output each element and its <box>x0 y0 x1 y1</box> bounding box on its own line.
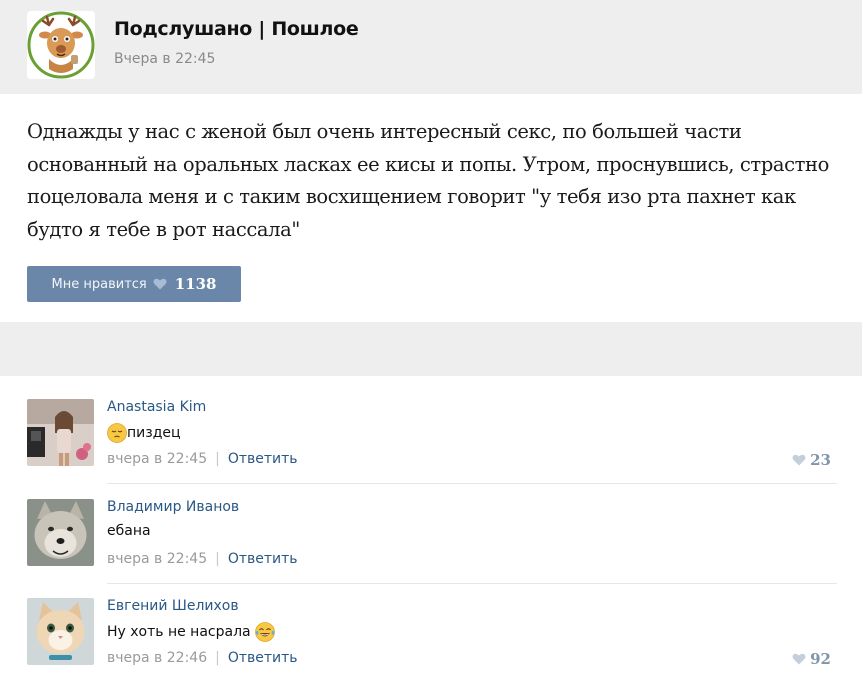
comment-divider <box>107 483 837 484</box>
like-button-label: Мне нравится <box>51 276 147 292</box>
group-name[interactable]: Подслушано | Пошлое <box>114 18 359 40</box>
comment-text: Ну хоть не насрала <box>107 622 275 642</box>
pensive-face-icon <box>107 423 127 443</box>
post-text-line: Однажды у нас с женой был очень интересн… <box>27 120 742 143</box>
comment-author[interactable]: Евгений Шелихов <box>107 598 239 614</box>
post-header: Подслушано | Пошлое Вчера в 22:45 <box>0 0 862 94</box>
tears-of-joy-face-icon <box>254 622 275 642</box>
comment-meta: вчера в 22:45 | Ответить <box>107 451 298 467</box>
reply-link[interactable]: Ответить <box>228 551 298 567</box>
avatar[interactable] <box>27 399 94 466</box>
comment-like-button[interactable]: 23 <box>792 451 831 469</box>
comment-item: Anastasia Kim пиздец вчера в 22:45 | Отв… <box>0 399 862 499</box>
post-time[interactable]: Вчера в 22:45 <box>114 51 215 67</box>
deer-mascot-icon <box>27 11 95 79</box>
comment-item: Владимир Иванов ебана вчера в 22:45 | От… <box>0 499 862 599</box>
reply-link[interactable]: Ответить <box>228 650 298 666</box>
section-divider <box>0 322 862 376</box>
reply-link[interactable]: Ответить <box>228 451 298 467</box>
user-photo-icon <box>27 399 94 466</box>
comment-time[interactable]: вчера в 22:45 <box>107 551 207 567</box>
comment-time[interactable]: вчера в 22:46 <box>107 650 207 666</box>
comment-like-count: 92 <box>810 650 831 668</box>
like-button[interactable]: Мне нравится 1138 <box>27 266 241 302</box>
avatar[interactable] <box>27 598 94 665</box>
user-photo-icon <box>27 598 94 665</box>
post-text-line: будто я тебе в рот нассала" <box>27 217 300 241</box>
heart-icon <box>792 653 806 665</box>
comment-text-content: пиздец <box>127 425 181 441</box>
user-photo-icon <box>27 499 94 566</box>
comment-divider <box>107 583 837 584</box>
comment-meta: вчера в 22:45 | Ответить <box>107 551 298 567</box>
comment-author[interactable]: Anastasia Kim <box>107 399 206 415</box>
comment-time[interactable]: вчера в 22:45 <box>107 451 207 467</box>
comment-text: пиздец <box>107 423 181 443</box>
post-text: Однажды у нас с женой был очень интересн… <box>27 116 847 246</box>
comment-like-button[interactable]: 92 <box>792 650 831 668</box>
post-text-line: основанный на оральных ласках ее кисы и … <box>27 152 829 176</box>
comment-item: Евгений Шелихов Ну хоть не насрала вчера… <box>0 598 862 698</box>
meta-separator: | <box>215 551 220 567</box>
comment-text: ебана <box>107 523 151 539</box>
group-avatar[interactable] <box>27 11 95 79</box>
avatar[interactable] <box>27 499 94 566</box>
comment-like-count: 23 <box>810 451 831 469</box>
heart-icon <box>792 454 806 466</box>
post-text-line: поцеловала меня и с таким восхищением го… <box>27 185 796 208</box>
comment-text-content: ебана <box>107 523 151 539</box>
like-count: 1138 <box>174 275 217 293</box>
comment-text-content: Ну хоть не насрала <box>107 624 251 640</box>
comment-meta: вчера в 22:46 | Ответить <box>107 650 298 666</box>
comment-author[interactable]: Владимир Иванов <box>107 499 239 515</box>
meta-separator: | <box>215 451 220 467</box>
heart-icon <box>153 278 167 290</box>
meta-separator: | <box>215 650 220 666</box>
